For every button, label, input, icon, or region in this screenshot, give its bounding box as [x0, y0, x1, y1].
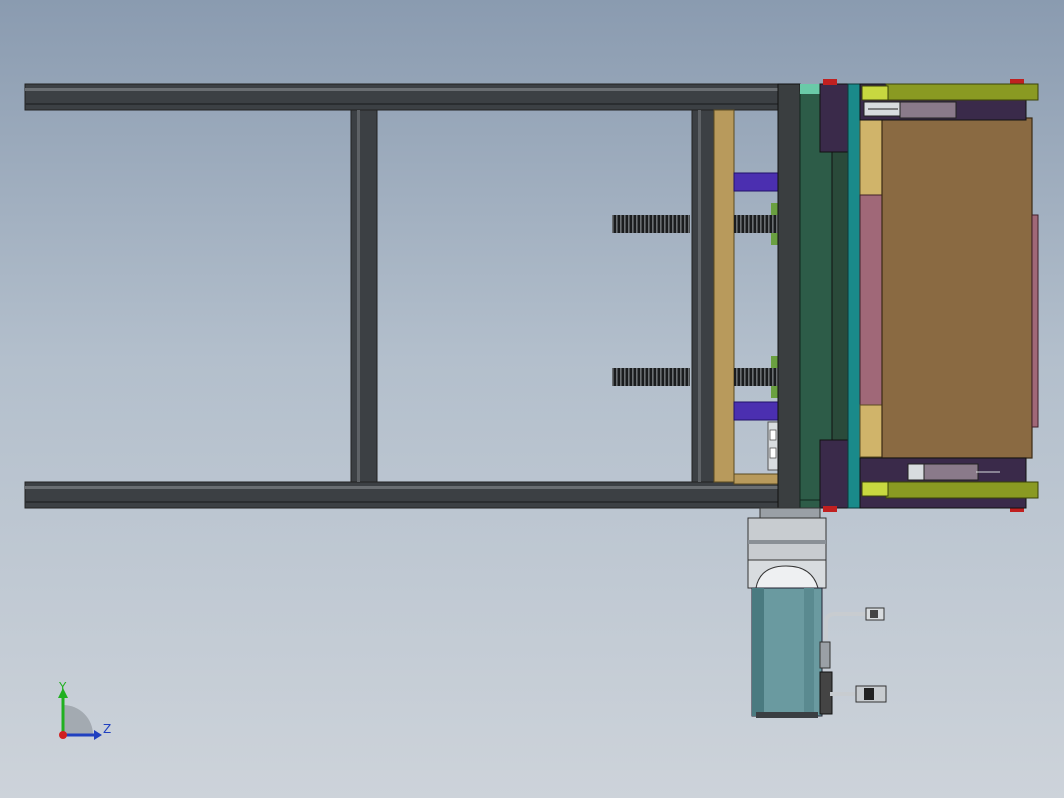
right-post [691, 109, 715, 483]
brown-box [881, 117, 1033, 459]
dark-green-plate [799, 91, 833, 501]
purple-block-bottom [733, 401, 779, 421]
tan-plate [713, 109, 735, 483]
purple-block-top [733, 172, 779, 192]
servo-motor [747, 507, 887, 718]
axis-triad: Y Z [58, 680, 111, 740]
pink-strip [859, 194, 883, 406]
teal-plate [847, 83, 861, 509]
frame [24, 83, 781, 509]
mount-plate [777, 83, 801, 509]
z-axis-label: Z [103, 722, 111, 736]
left-post [350, 109, 378, 483]
cad-drawing: Y Z [24, 79, 1039, 740]
bottom-rail [24, 481, 781, 509]
y-axis-label: Y [58, 680, 67, 694]
olive-bracket-top [885, 83, 1039, 101]
top-rail [24, 83, 781, 111]
olive-bracket-bottom [885, 481, 1039, 499]
origin-dot [59, 731, 67, 739]
cad-viewport[interactable]: Y Z [0, 0, 1064, 798]
